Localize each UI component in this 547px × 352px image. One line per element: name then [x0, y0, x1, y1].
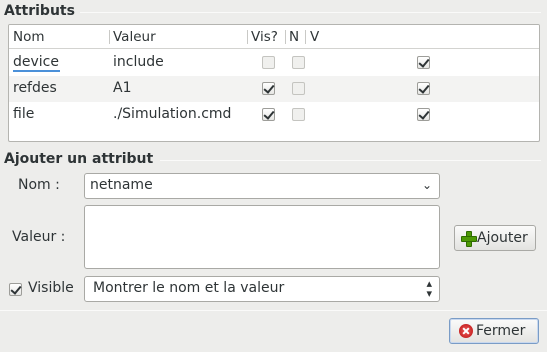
column-separator [109, 30, 110, 44]
visible-checkbox[interactable] [9, 283, 22, 296]
attribute-value[interactable]: include [113, 54, 164, 70]
attribute-name[interactable]: device [13, 54, 59, 70]
column-header-visible[interactable]: Vis? [251, 29, 278, 45]
footer-separator [0, 310, 547, 311]
show-name-checkbox[interactable] [292, 108, 305, 121]
cancel-icon [459, 324, 473, 338]
table-row[interactable]: file ./Simulation.cmd [9, 102, 539, 128]
chevron-down-icon: ⌄ [421, 178, 432, 192]
add-icon [461, 231, 477, 247]
show-value-checkbox[interactable] [417, 108, 430, 121]
up-down-arrows-icon: ▴ ▾ [426, 277, 432, 300]
name-label: Nom : [18, 177, 60, 193]
attribute-value[interactable]: A1 [113, 80, 131, 96]
column-separator [247, 30, 248, 44]
value-textarea[interactable] [84, 205, 440, 269]
column-header-show-name[interactable]: N [289, 29, 299, 45]
table-header: Nom Valeur Vis? N V [9, 25, 539, 49]
table-row[interactable]: device include [9, 50, 539, 76]
visible-checkbox[interactable] [262, 82, 275, 95]
visible-checkbox[interactable] [262, 108, 275, 121]
column-header-name[interactable]: Nom [13, 29, 45, 45]
visible-checkbox[interactable] [262, 56, 275, 69]
add-button-label: Ajouter [477, 230, 528, 246]
show-value-checkbox[interactable] [417, 56, 430, 69]
edit-cursor-underline [13, 70, 60, 72]
add-section-title: Ajouter un attribut [4, 151, 154, 167]
display-mode-select[interactable]: Montrer le nom et la valeur ▴ ▾ [84, 276, 440, 302]
attributes-rule [80, 12, 541, 13]
column-header-value[interactable]: Valeur [113, 29, 156, 45]
show-value-checkbox[interactable] [417, 82, 430, 95]
attribute-name[interactable]: refdes [13, 80, 57, 96]
display-mode-value: Montrer le nom et la valeur [93, 280, 285, 296]
close-button[interactable]: Fermer [449, 318, 539, 344]
table-row[interactable]: refdes A1 [9, 76, 539, 102]
attribute-name[interactable]: file [13, 106, 34, 122]
column-separator [285, 30, 286, 44]
name-combo-value: netname [90, 177, 153, 193]
add-button[interactable]: Ajouter [454, 225, 536, 251]
column-separator [305, 30, 306, 44]
name-combo[interactable]: netname ⌄ [84, 173, 440, 199]
visible-label[interactable]: Visible [28, 280, 74, 296]
show-name-checkbox[interactable] [292, 56, 305, 69]
attributes-table[interactable]: Nom Valeur Vis? N V device include refde… [8, 24, 540, 142]
close-button-label: Fermer [476, 323, 526, 339]
attribute-value[interactable]: ./Simulation.cmd [113, 106, 231, 122]
add-section-rule [160, 160, 541, 161]
column-header-show-value[interactable]: V [310, 29, 319, 45]
show-name-checkbox[interactable] [292, 82, 305, 95]
value-label: Valeur : [12, 229, 66, 245]
attributes-section-title: Attributs [4, 3, 75, 19]
